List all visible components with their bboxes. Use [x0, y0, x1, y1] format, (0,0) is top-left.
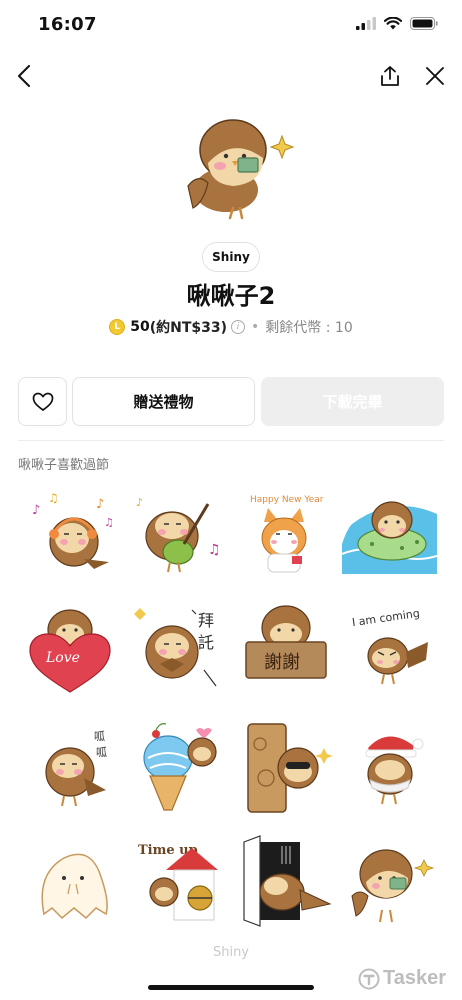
- sticker-love-heart[interactable]: Love: [24, 600, 124, 696]
- close-button[interactable]: [421, 62, 449, 90]
- brand-pill[interactable]: Shiny: [202, 242, 260, 272]
- svg-text:謝謝: 謝謝: [264, 652, 300, 673]
- favorite-button[interactable]: [18, 377, 67, 426]
- info-icon[interactable]: i: [231, 320, 246, 334]
- battery-icon: [410, 17, 438, 30]
- sticker-bai-tuo[interactable]: 拜 託: [130, 600, 230, 696]
- sticker-money-bird[interactable]: [342, 834, 442, 930]
- price-row: L 50 (約NT$33) i • 剩餘代幣 : 10: [0, 317, 462, 337]
- sticker-music-bird[interactable]: ♪ ♫ ♪ ♫: [24, 484, 124, 580]
- status-bar: 16:07: [0, 0, 462, 50]
- watermark-text: Tasker: [382, 967, 446, 989]
- sticker-ghost[interactable]: [24, 834, 124, 930]
- sticker-swim-ring-bird[interactable]: [342, 484, 442, 580]
- sticker-door-bird[interactable]: [236, 834, 336, 930]
- sticker-cool-log-bird[interactable]: [236, 718, 336, 814]
- separator-dot: •: [251, 319, 260, 335]
- price-nt: (約NT$33): [149, 320, 228, 336]
- sticker-sleepy-bird[interactable]: 呱 呱: [24, 718, 124, 814]
- svg-text:♪: ♪: [96, 497, 104, 512]
- home-indicator: [148, 985, 314, 990]
- status-time: 16:07: [38, 14, 97, 35]
- divider: [18, 440, 444, 441]
- tasker-logo-icon: [358, 968, 380, 989]
- nav-bar: [0, 56, 462, 96]
- price-value: 50: [130, 319, 150, 335]
- sticker-time-up[interactable]: Time up: [130, 834, 230, 930]
- section-title: 啾啾子喜歡過節: [18, 458, 110, 473]
- hero-sticker-image: [187, 119, 295, 220]
- sticker-happy-new-year[interactable]: Happy New Year: [236, 484, 336, 580]
- coin-icon: L: [109, 319, 126, 335]
- sticker-xie-xie[interactable]: 謝謝: [236, 600, 336, 696]
- svg-text:♫: ♫: [208, 542, 221, 558]
- svg-text:♪: ♪: [32, 503, 40, 518]
- sticker-ice-cream-bird[interactable]: [130, 718, 230, 814]
- svg-text:♫: ♫: [48, 491, 59, 505]
- wifi-icon: [384, 17, 402, 30]
- status-icons: [356, 17, 438, 30]
- download-complete-button: 下載完畢: [261, 377, 444, 426]
- action-buttons: 贈送禮物 下載完畢: [18, 377, 444, 427]
- share-button[interactable]: [376, 62, 404, 90]
- svg-text:I am coming: I am coming: [351, 607, 420, 629]
- svg-text:拜: 拜: [198, 611, 214, 630]
- close-icon: [426, 67, 444, 85]
- heart-icon: [32, 392, 53, 411]
- svg-text:♪: ♪: [136, 496, 143, 509]
- svg-text:呱: 呱: [96, 746, 107, 759]
- svg-text:Happy New Year: Happy New Year: [250, 495, 324, 505]
- remaining-coins: 剩餘代幣 : 10: [265, 320, 353, 336]
- signal-icon: [356, 17, 376, 30]
- sticker-christmas-bird[interactable]: [342, 718, 442, 814]
- svg-text:託: 託: [198, 633, 214, 652]
- back-button[interactable]: [10, 62, 38, 90]
- chevron-left-icon: [18, 65, 30, 87]
- share-icon: [381, 66, 399, 86]
- sticker-i-am-coming[interactable]: I am coming: [342, 600, 442, 696]
- sticker-guitar-bird[interactable]: ♪ ♫: [130, 484, 230, 580]
- send-gift-button[interactable]: 贈送禮物: [72, 377, 255, 426]
- svg-text:Love: Love: [45, 650, 80, 666]
- watermark: Tasker: [358, 967, 446, 990]
- svg-text:♫: ♫: [104, 516, 114, 529]
- footer-brand-label: Shiny: [212, 945, 250, 960]
- product-title: 啾啾子2: [186, 282, 276, 310]
- svg-text:呱: 呱: [94, 730, 105, 743]
